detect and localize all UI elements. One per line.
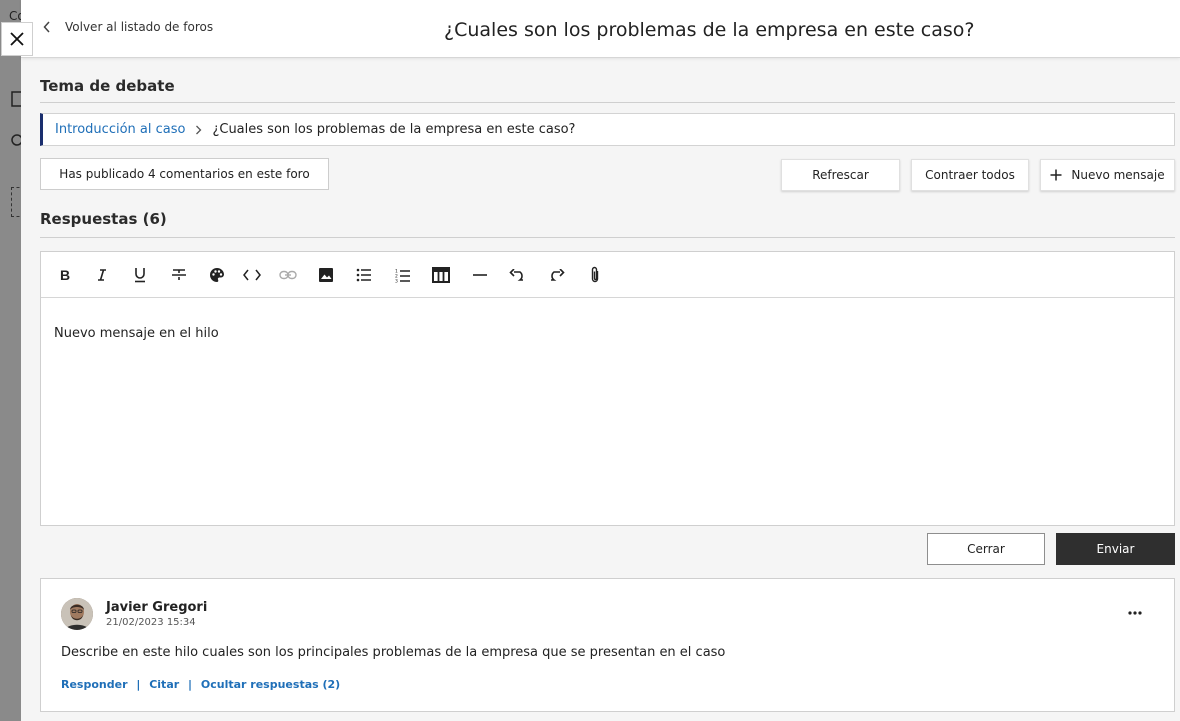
forum-post: Javier Gregori 21/02/2023 15:34 Describe… [40, 578, 1175, 712]
chevron-left-icon [43, 21, 50, 33]
hide-replies-link[interactable]: Ocultar respuestas (2) [201, 678, 340, 691]
divider [40, 237, 1175, 238]
collapse-all-button[interactable]: Contraer todos [911, 159, 1029, 191]
image-icon[interactable] [315, 264, 337, 286]
new-message-button[interactable]: Nuevo mensaje [1040, 159, 1175, 191]
replies-heading: Respuestas (6) [40, 210, 167, 228]
close-editor-button[interactable]: Cerrar [927, 533, 1045, 565]
breadcrumb-parent-link[interactable]: Introducción al caso [55, 122, 185, 137]
background-text-fragment: Co [9, 9, 21, 23]
breadcrumb: Introducción al caso ¿Cuales son los pro… [40, 113, 1175, 146]
back-to-forums-link[interactable]: Volver al listado de foros [43, 20, 213, 34]
bold-icon[interactable]: B [54, 264, 76, 286]
reply-link[interactable]: Responder [61, 678, 128, 691]
send-button[interactable]: Enviar [1056, 533, 1175, 565]
rich-text-editor: B 1 2 3 Nuevo mensaje en el hilo [40, 251, 1175, 526]
background-user-icon [11, 91, 21, 107]
undo-icon[interactable] [507, 264, 529, 286]
attach-icon[interactable] [584, 264, 606, 286]
collapse-all-label: Contraer todos [925, 168, 1015, 182]
send-label: Enviar [1096, 542, 1135, 556]
chevron-right-icon [195, 125, 202, 135]
quote-link[interactable]: Citar [149, 678, 179, 691]
new-message-label: Nuevo mensaje [1071, 168, 1165, 182]
breadcrumb-current: ¿Cuales son los problemas de la empresa … [212, 122, 576, 137]
numbered-list-icon[interactable]: 123 [392, 264, 414, 286]
action-separator: | [188, 678, 193, 691]
close-editor-label: Cerrar [967, 542, 1005, 556]
refresh-button[interactable]: Refrescar [781, 159, 900, 191]
comments-count-button[interactable]: Has publicado 4 comentarios en este foro [40, 158, 329, 190]
more-options-icon[interactable] [1127, 605, 1143, 621]
action-separator: | [136, 678, 141, 691]
close-icon [10, 32, 24, 46]
post-body: Describe en este hilo cuales son los pri… [61, 645, 726, 660]
table-icon[interactable] [430, 264, 452, 286]
horizontal-rule-icon[interactable] [469, 264, 491, 286]
back-link-label: Volver al listado de foros [65, 20, 214, 34]
background-app: Co [0, 0, 21, 721]
link-icon[interactable] [277, 264, 299, 286]
plus-icon [1050, 169, 1062, 181]
post-date: 21/02/2023 15:34 [106, 617, 196, 628]
top-bar: Volver al listado de foros ¿Cuales son l… [21, 0, 1180, 58]
forum-thread-panel: Volver al listado de foros ¿Cuales son l… [21, 0, 1180, 721]
refresh-label: Refrescar [812, 168, 869, 182]
strikethrough-icon[interactable] [168, 264, 190, 286]
avatar [61, 598, 93, 630]
editor-content[interactable]: Nuevo mensaje en el hilo [41, 298, 1174, 369]
palette-icon[interactable] [206, 264, 228, 286]
italic-icon[interactable] [91, 264, 113, 286]
underline-icon[interactable] [129, 264, 151, 286]
post-author: Javier Gregori [106, 600, 208, 615]
divider [40, 102, 1175, 103]
svg-text:3: 3 [395, 278, 398, 283]
close-panel-button[interactable] [1, 22, 33, 56]
post-actions: Responder | Citar | Ocultar respuestas (… [61, 678, 340, 691]
background-group-icon [11, 134, 21, 146]
code-icon[interactable] [239, 264, 265, 286]
bullet-list-icon[interactable] [353, 264, 375, 286]
background-dashed-box [11, 187, 21, 217]
comments-count-label: Has publicado 4 comentarios en este foro [59, 167, 310, 181]
svg-text:B: B [60, 268, 70, 282]
page-title: ¿Cuales son los problemas de la empresa … [444, 19, 975, 41]
topic-heading: Tema de debate [40, 77, 175, 95]
redo-icon[interactable] [545, 264, 567, 286]
editor-toolbar: B 1 2 3 [41, 252, 1174, 298]
